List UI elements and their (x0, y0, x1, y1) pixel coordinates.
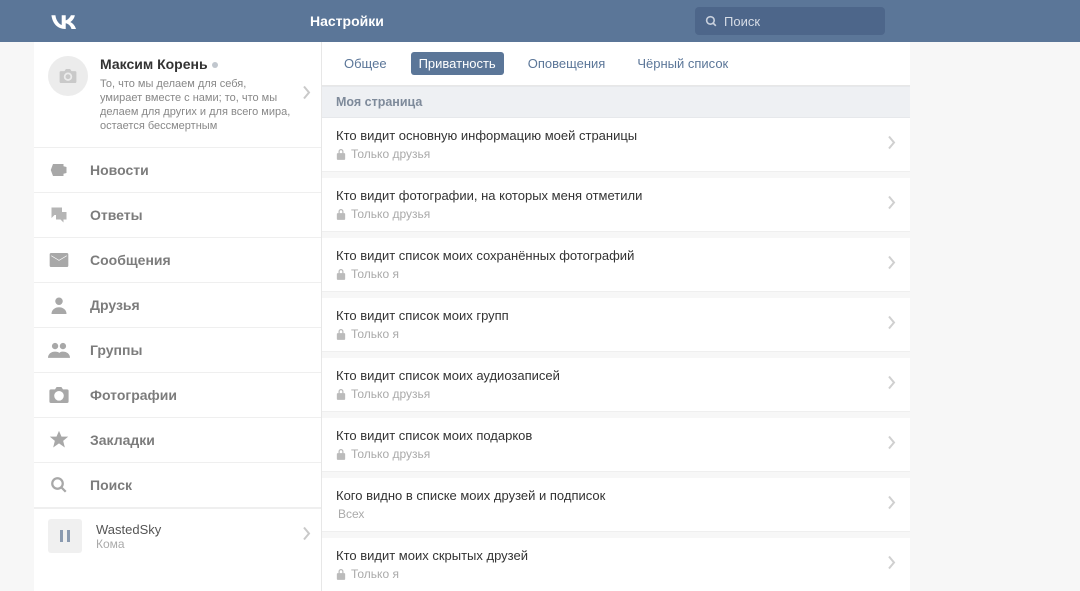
tab-general[interactable]: Общее (336, 52, 395, 75)
chevron-right-icon (888, 135, 896, 154)
lock-icon (336, 208, 346, 220)
groups-icon (48, 341, 70, 359)
search-nav-icon (48, 476, 70, 494)
chevron-right-icon (888, 315, 896, 334)
sidebar-item-label: Ответы (90, 207, 143, 223)
sidebar-item-news[interactable]: Новости (34, 148, 321, 193)
pause-icon (60, 530, 70, 542)
page-title: Настройки (310, 13, 655, 29)
sidebar-item-groups[interactable]: Группы (34, 328, 321, 373)
chevron-right-icon (888, 555, 896, 574)
online-indicator (212, 62, 218, 68)
friends-icon (48, 296, 70, 314)
sidebar-item-search[interactable]: Поиск (34, 463, 321, 508)
setting-value: Только друзья (336, 207, 896, 221)
sidebar-item-bookmarks[interactable]: Закладки (34, 418, 321, 463)
topbar: Настройки Поиск (0, 0, 1080, 42)
chevron-right-icon (303, 85, 311, 104)
search-icon (705, 15, 718, 28)
messages-icon (48, 253, 70, 267)
tab-blacklist[interactable]: Чёрный список (629, 52, 736, 75)
privacy-setting-row[interactable]: Кого видно в списке моих друзей и подпис… (322, 478, 910, 532)
sidebar-item-label: Закладки (90, 432, 155, 448)
setting-title: Кто видит моих скрытых друзей (336, 548, 896, 563)
section-header-my-page: Моя страница (322, 86, 910, 118)
profile-status: То, что мы делаем для себя, умирает вмес… (100, 77, 309, 133)
vk-logo[interactable] (50, 13, 310, 29)
lock-icon (336, 388, 346, 400)
setting-title: Кто видит список моих аудиозаписей (336, 368, 896, 383)
sidebar-item-messages[interactable]: Сообщения (34, 238, 321, 283)
profile-name: Максим Корень (100, 56, 208, 72)
sidebar-item-replies[interactable]: Ответы (34, 193, 321, 238)
privacy-setting-row[interactable]: Кто видит список моих аудиозаписей Только… (322, 358, 910, 412)
tabs: Общее Приватность Оповещения Чёрный спис… (322, 42, 910, 86)
chevron-right-icon (888, 195, 896, 214)
chevron-right-icon (888, 435, 896, 454)
setting-value: Всех (336, 507, 896, 521)
setting-value: Только я (336, 327, 896, 341)
player-track: Кома (96, 537, 161, 551)
sidebar-item-photos[interactable]: Фотографии (34, 373, 321, 418)
setting-value: Только друзья (336, 387, 896, 401)
sidebar-item-label: Сообщения (90, 252, 171, 268)
privacy-setting-row[interactable]: Кто видит список моих сохранённых фотогр… (322, 238, 910, 292)
avatar (48, 56, 88, 96)
sidebar-item-label: Друзья (90, 297, 140, 313)
chevron-right-icon (888, 375, 896, 394)
setting-title: Кто видит список моих сохранённых фотогр… (336, 248, 896, 263)
setting-value: Только я (336, 567, 896, 581)
lock-icon (336, 568, 346, 580)
lock-icon (336, 448, 346, 460)
privacy-setting-row[interactable]: Кто видит фотографии, на которых меня от… (322, 178, 910, 232)
tab-privacy[interactable]: Приватность (411, 52, 504, 75)
search-input[interactable]: Поиск (695, 7, 885, 35)
setting-title: Кто видит фотографии, на которых меня от… (336, 188, 896, 203)
lock-icon (336, 148, 346, 160)
lock-icon (336, 328, 346, 340)
chevron-right-icon (303, 527, 311, 546)
setting-title: Кто видит список моих групп (336, 308, 896, 323)
privacy-setting-row[interactable]: Кто видит моих скрытых друзей Только я (322, 538, 910, 591)
search-placeholder: Поиск (724, 14, 760, 29)
lock-icon (336, 268, 346, 280)
sidebar: Максим Корень То, что мы делаем для себя… (34, 42, 322, 591)
player-artist: WastedSky (96, 522, 161, 537)
tab-notifications[interactable]: Оповещения (520, 52, 614, 75)
photos-icon (48, 387, 70, 403)
profile-card[interactable]: Максим Корень То, что мы делаем для себя… (34, 42, 321, 148)
sidebar-item-label: Поиск (90, 477, 132, 493)
pause-button[interactable] (48, 519, 82, 553)
privacy-setting-row[interactable]: Кто видит список моих групп Только я (322, 298, 910, 352)
bookmarks-icon (48, 430, 70, 450)
privacy-setting-row[interactable]: Кто видит список моих подарков Только дру… (322, 418, 910, 472)
audio-player[interactable]: WastedSky Кома (34, 508, 321, 563)
setting-title: Кого видно в списке моих друзей и подпис… (336, 488, 896, 503)
setting-title: Кто видит основную информацию моей стран… (336, 128, 896, 143)
chevron-right-icon (888, 255, 896, 274)
setting-value: Только друзья (336, 147, 896, 161)
sidebar-item-label: Новости (90, 162, 149, 178)
news-icon (48, 161, 70, 179)
camera-icon (59, 69, 77, 83)
content: Общее Приватность Оповещения Чёрный спис… (322, 42, 1080, 591)
sidebar-item-friends[interactable]: Друзья (34, 283, 321, 328)
sidebar-item-label: Фотографии (90, 387, 177, 403)
replies-icon (48, 206, 70, 224)
sidebar-item-label: Группы (90, 342, 142, 358)
setting-value: Только друзья (336, 447, 896, 461)
setting-title: Кто видит список моих подарков (336, 428, 896, 443)
privacy-setting-row[interactable]: Кто видит основную информацию моей стран… (322, 118, 910, 172)
setting-value: Только я (336, 267, 896, 281)
chevron-right-icon (888, 495, 896, 514)
